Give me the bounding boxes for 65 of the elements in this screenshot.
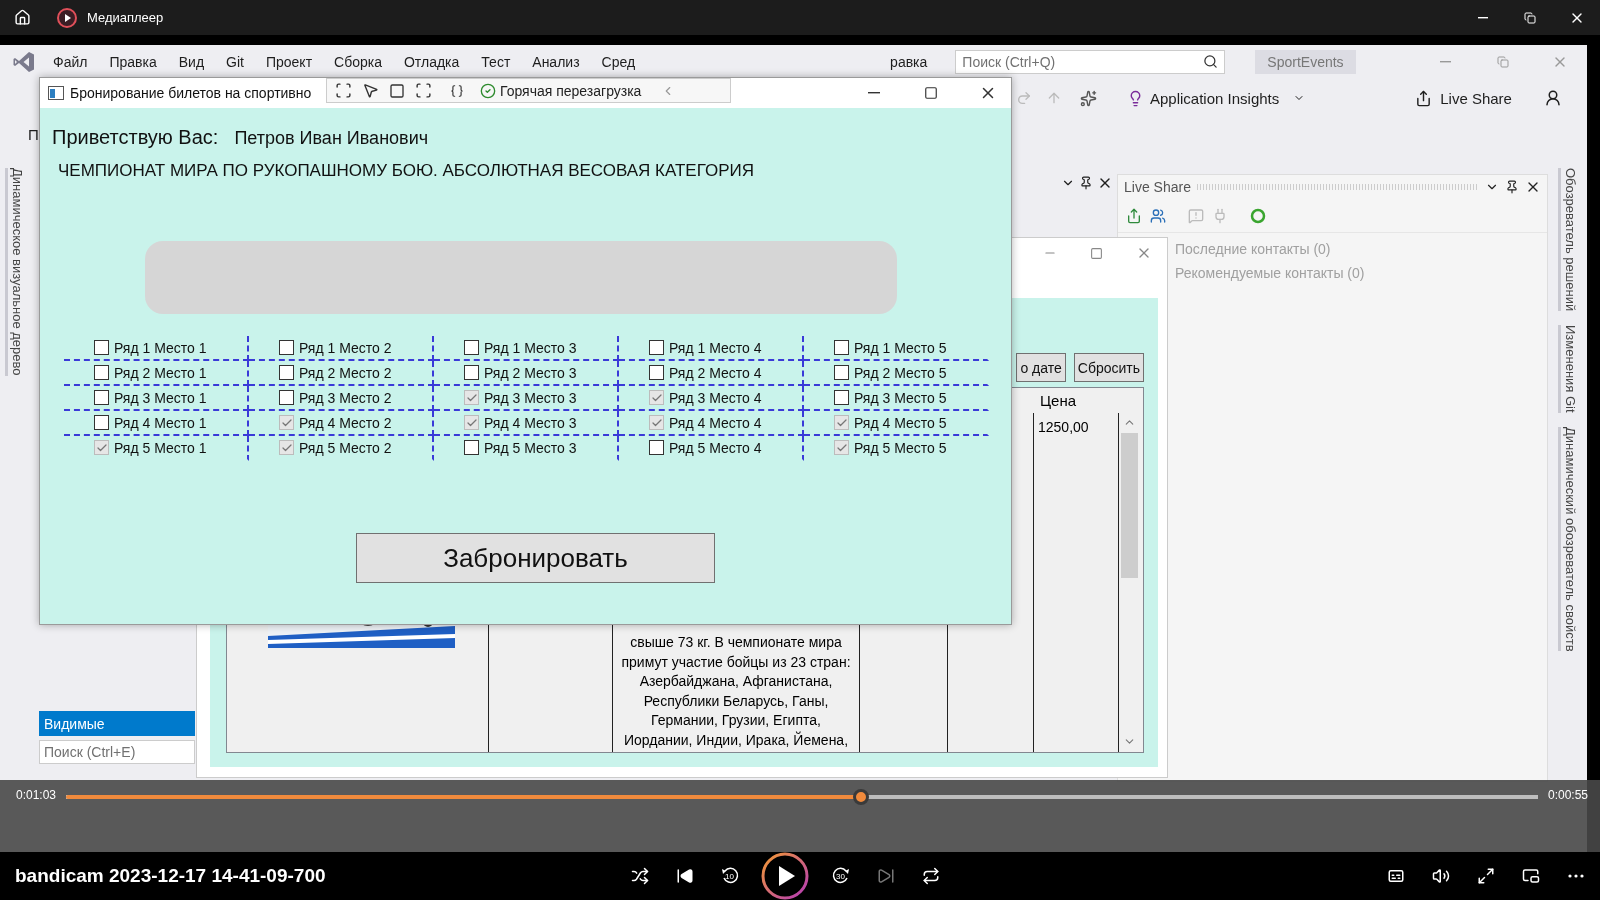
seat-checkbox[interactable]: Ряд 2 Место 3 — [464, 364, 577, 381]
seat-checkbox[interactable]: Ряд 4 Место 5 — [834, 414, 947, 431]
event-title: ЧЕМПИОНАТ МИРА ПО РУКОПАШНОМУ БОЮ. АБСОЛЮТНАЯ ВЕСОВАЯ КАТЕГОРИЯ — [58, 161, 755, 181]
seat-checkbox[interactable]: Ряд 1 Место 4 — [649, 339, 762, 356]
menu-item[interactable]: Git — [226, 53, 244, 70]
seat-checkbox[interactable]: Ряд 3 Место 2 — [279, 389, 392, 406]
side-tab[interactable]: Динамическое визуальное дерево — [5, 168, 25, 376]
menu-item[interactable]: Тест — [481, 53, 511, 70]
seat-checkbox[interactable]: Ряд 1 Место 2 — [279, 339, 392, 356]
table-cell-text: свыше 73 кг. В чемпионате мира примут участие бойцы из 23 стран: Азербайджана, Афганистана, Республики Беларусь, Ганы, Германии, Грузии, Египта, Иордании, Индии, Ирака, Йемена, — [621, 633, 851, 750]
seat-checkbox[interactable]: Ряд 4 Место 4 — [649, 414, 762, 431]
side-tab[interactable]: Обозреватель решений — [1557, 168, 1578, 312]
seat-checkbox[interactable]: Ряд 5 Место 4 — [649, 439, 762, 456]
panel-title: Live Share — [1124, 179, 1191, 195]
seat-checkbox[interactable]: Ряд 3 Место 5 — [834, 389, 947, 406]
solution-name: SportEvents — [1255, 49, 1356, 74]
seat-checkbox[interactable]: Ряд 2 Место 2 — [279, 364, 392, 381]
menu-item[interactable]: равка — [890, 53, 928, 70]
menu-item[interactable]: Отладка — [404, 53, 460, 70]
user-name: Петров Иван Иванович — [234, 128, 429, 149]
seat-checkbox[interactable]: Ряд 1 Место 5 — [834, 339, 947, 356]
toolbar-button[interactable]: Application Insights — [1150, 89, 1280, 107]
seat-checkbox[interactable]: Ряд 3 Место 4 — [649, 389, 762, 406]
table-cell-text: 1250,00 — [1037, 418, 1090, 437]
panel-label: П — [28, 126, 39, 143]
seat-checkbox[interactable]: Ряд 2 Место 4 — [649, 364, 762, 381]
elapsed-time: 0:01:03 — [16, 788, 57, 802]
seat-checkbox[interactable]: Ряд 5 Место 3 — [464, 439, 577, 456]
seat-checkbox[interactable]: Ряд 2 Место 5 — [834, 364, 947, 381]
search-field[interactable]: Поиск (Ctrl+Q) — [955, 49, 1226, 74]
search-field[interactable]: Поиск (Ctrl+E) — [39, 740, 195, 764]
seat-checkbox[interactable]: Ряд 5 Место 1 — [94, 439, 207, 456]
menu-item[interactable]: Анализ — [532, 53, 580, 70]
seat-checkbox[interactable]: Ряд 1 Место 1 — [94, 339, 207, 356]
menu-item[interactable]: Вид — [178, 53, 205, 70]
seat-checkbox[interactable]: Ряд 1 Место 3 — [464, 339, 577, 356]
filter-button[interactable]: Сбросить — [1073, 353, 1144, 382]
menu-item[interactable]: Правка — [109, 53, 157, 70]
filter-button[interactable]: о дате — [1016, 353, 1066, 382]
side-tab[interactable]: Изменения Git — [1557, 325, 1578, 413]
toolbar-button[interactable]: Live Share — [1440, 89, 1512, 107]
seat-checkbox[interactable]: Ряд 5 Место 5 — [834, 439, 947, 456]
window-title: Бронирование билетов на спортивно — [70, 85, 312, 101]
seat-checkbox[interactable]: Ряд 4 Место 1 — [94, 414, 207, 431]
skip-back-button[interactable]: 10 — [715, 858, 744, 894]
skip-forward-button[interactable]: 30 — [826, 858, 855, 894]
seat-checkbox[interactable]: Ряд 4 Место 3 — [464, 414, 577, 431]
side-tab[interactable]: Динамический обозреватель свойств — [1557, 426, 1578, 652]
menu-item[interactable]: Файл — [53, 53, 88, 70]
book-button[interactable]: Забронировать — [356, 533, 715, 583]
menu-item[interactable]: Проект — [265, 53, 313, 70]
column-header: Цена — [1039, 391, 1078, 411]
panel-tab[interactable]: Видимые — [39, 711, 195, 736]
file-name: bandicam 2023-12-17 14-41-09-700 — [15, 865, 327, 887]
seat-checkbox[interactable]: Ряд 5 Место 2 — [279, 439, 392, 456]
remaining-time: 0:00:55 — [1547, 788, 1588, 802]
seat-checkbox[interactable]: Ряд 3 Место 3 — [464, 389, 577, 406]
window-title: Медиаплеер — [87, 10, 164, 25]
seat-checkbox[interactable]: Ряд 3 Место 1 — [94, 389, 207, 406]
menu-item[interactable]: Сред — [601, 53, 636, 70]
menu-item[interactable]: Сборка — [334, 53, 382, 70]
greeting-label: Приветствую Вас: — [52, 126, 219, 149]
hot-reload-button[interactable]: Горячая перезагрузка — [500, 82, 642, 99]
seat-checkbox[interactable]: Ряд 2 Место 1 — [94, 364, 207, 381]
seat-checkbox[interactable]: Ряд 4 Место 2 — [279, 414, 392, 431]
